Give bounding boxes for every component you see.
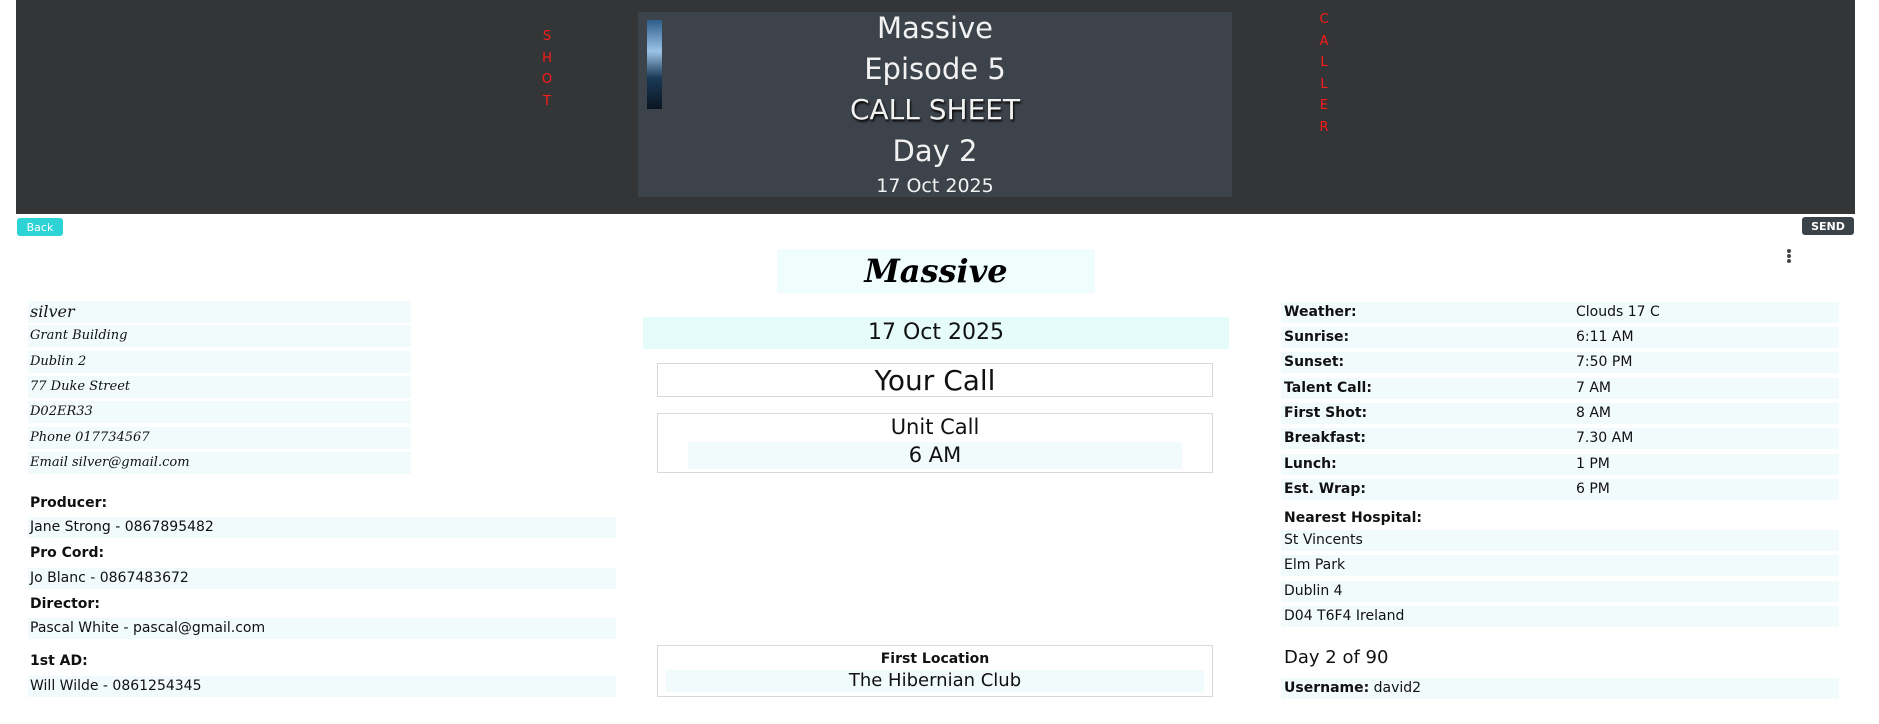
hospital-line: St Vincents — [1281, 530, 1839, 551]
caller-vertical-label: CALLER — [1317, 9, 1331, 138]
info-row-first-shot: First Shot: 8 AM — [1281, 403, 1839, 424]
pro-cord-value: Jo Blanc - 0867483672 — [28, 568, 616, 589]
first-ad-value: Will Wilde - 0861254345 — [28, 676, 616, 697]
address-line: 77 Duke Street — [28, 376, 411, 398]
unit-call-time: 6 AM — [688, 442, 1182, 469]
address-name: silver — [28, 301, 411, 323]
hospital-line: Elm Park — [1281, 555, 1839, 576]
hospital-line: Dublin 4 — [1281, 581, 1839, 602]
info-label: Talent Call: — [1284, 380, 1372, 396]
info-value: 7:50 PM — [1576, 354, 1633, 370]
info-row-est-wrap: Est. Wrap: 6 PM — [1281, 479, 1839, 500]
send-button[interactable]: SEND — [1802, 217, 1854, 235]
producer-label: Producer: — [30, 495, 108, 511]
vertical-letter: L — [1320, 55, 1328, 70]
pro-cord-label: Pro Cord: — [30, 545, 105, 561]
director-label: Director: — [30, 596, 100, 612]
address-line: D02ER33 — [28, 401, 411, 423]
back-button[interactable]: Back — [17, 218, 63, 236]
info-value: 6:11 AM — [1576, 329, 1634, 345]
shot-vertical-label: SHOT — [540, 26, 554, 112]
address-email: Email silver@gmail.com — [28, 452, 411, 474]
vertical-letter: L — [1320, 76, 1328, 92]
header-episode: Episode 5 — [864, 52, 1006, 86]
info-value: 6 PM — [1576, 481, 1610, 497]
info-label: Est. Wrap: — [1284, 481, 1366, 497]
info-value: 8 AM — [1576, 405, 1612, 421]
first-location-name: The Hibernian Club — [666, 670, 1204, 692]
hospital-line: D04 T6F4 Ireland — [1281, 606, 1839, 627]
info-value: Clouds 17 C — [1576, 304, 1660, 320]
vertical-letter: H — [542, 50, 552, 66]
info-row-talent-call: Talent Call: 7 AM — [1281, 378, 1839, 399]
header-call-sheet-label: CALL SHEET — [849, 93, 1021, 126]
username-label: Username: — [1284, 680, 1370, 696]
username-row: Username: david2 — [1281, 678, 1839, 699]
vertical-letter: S — [542, 29, 552, 44]
vertical-letter: O — [541, 72, 553, 87]
info-row-weather: Weather: Clouds 17 C — [1281, 302, 1839, 323]
info-value: 7 AM — [1576, 380, 1612, 396]
vertical-letter: T — [543, 93, 551, 109]
info-row-breakfast: Breakfast: 7.30 AM — [1281, 428, 1839, 449]
director-value: Pascal White - pascal@gmail.com — [28, 618, 616, 639]
production-title: Massive — [777, 249, 1095, 293]
info-label: Sunrise: — [1284, 329, 1350, 345]
kebab-menu-icon[interactable] — [1784, 248, 1794, 266]
username-value: david2 — [1373, 680, 1422, 696]
info-value: 1 PM — [1576, 456, 1610, 472]
producer-value: Jane Strong - 0867895482 — [28, 517, 616, 538]
info-label: First Shot: — [1284, 405, 1368, 421]
info-row-lunch: Lunch: 1 PM — [1281, 454, 1839, 475]
first-location-box: First Location The Hibernian Club — [657, 645, 1213, 697]
vertical-letter: A — [1319, 33, 1329, 49]
call-date: 17 Oct 2025 — [643, 317, 1229, 349]
address-line: Dublin 2 — [28, 351, 411, 373]
address-line: Grant Building — [28, 325, 411, 347]
first-location-label: First Location — [880, 651, 990, 667]
unit-call-box: Unit Call 6 AM — [657, 413, 1213, 473]
info-label: Sunset: — [1284, 354, 1345, 370]
header-production-title: Massive — [876, 11, 994, 45]
info-value: 7.30 AM — [1576, 430, 1634, 446]
first-ad-label: 1st AD: — [30, 653, 88, 669]
info-label: Lunch: — [1284, 456, 1337, 472]
vertical-letter: C — [1319, 12, 1329, 27]
header-date: 17 Oct 2025 — [876, 175, 994, 197]
unit-call-label: Unit Call — [890, 415, 980, 439]
your-call-label: Your Call — [657, 363, 1213, 397]
info-label: Breakfast: — [1284, 430, 1366, 446]
day-count: Day 2 of 90 — [1284, 647, 1389, 668]
info-label: Weather: — [1284, 304, 1357, 320]
nearest-hospital-label: Nearest Hospital: — [1284, 510, 1422, 526]
header-day: Day 2 — [892, 134, 978, 168]
vertical-letter: E — [1319, 98, 1329, 113]
info-row-sunset: Sunset: 7:50 PM — [1281, 352, 1839, 373]
vertical-letter: R — [1319, 119, 1329, 135]
info-row-sunrise: Sunrise: 6:11 AM — [1281, 327, 1839, 348]
address-phone: Phone 017734567 — [28, 427, 411, 449]
